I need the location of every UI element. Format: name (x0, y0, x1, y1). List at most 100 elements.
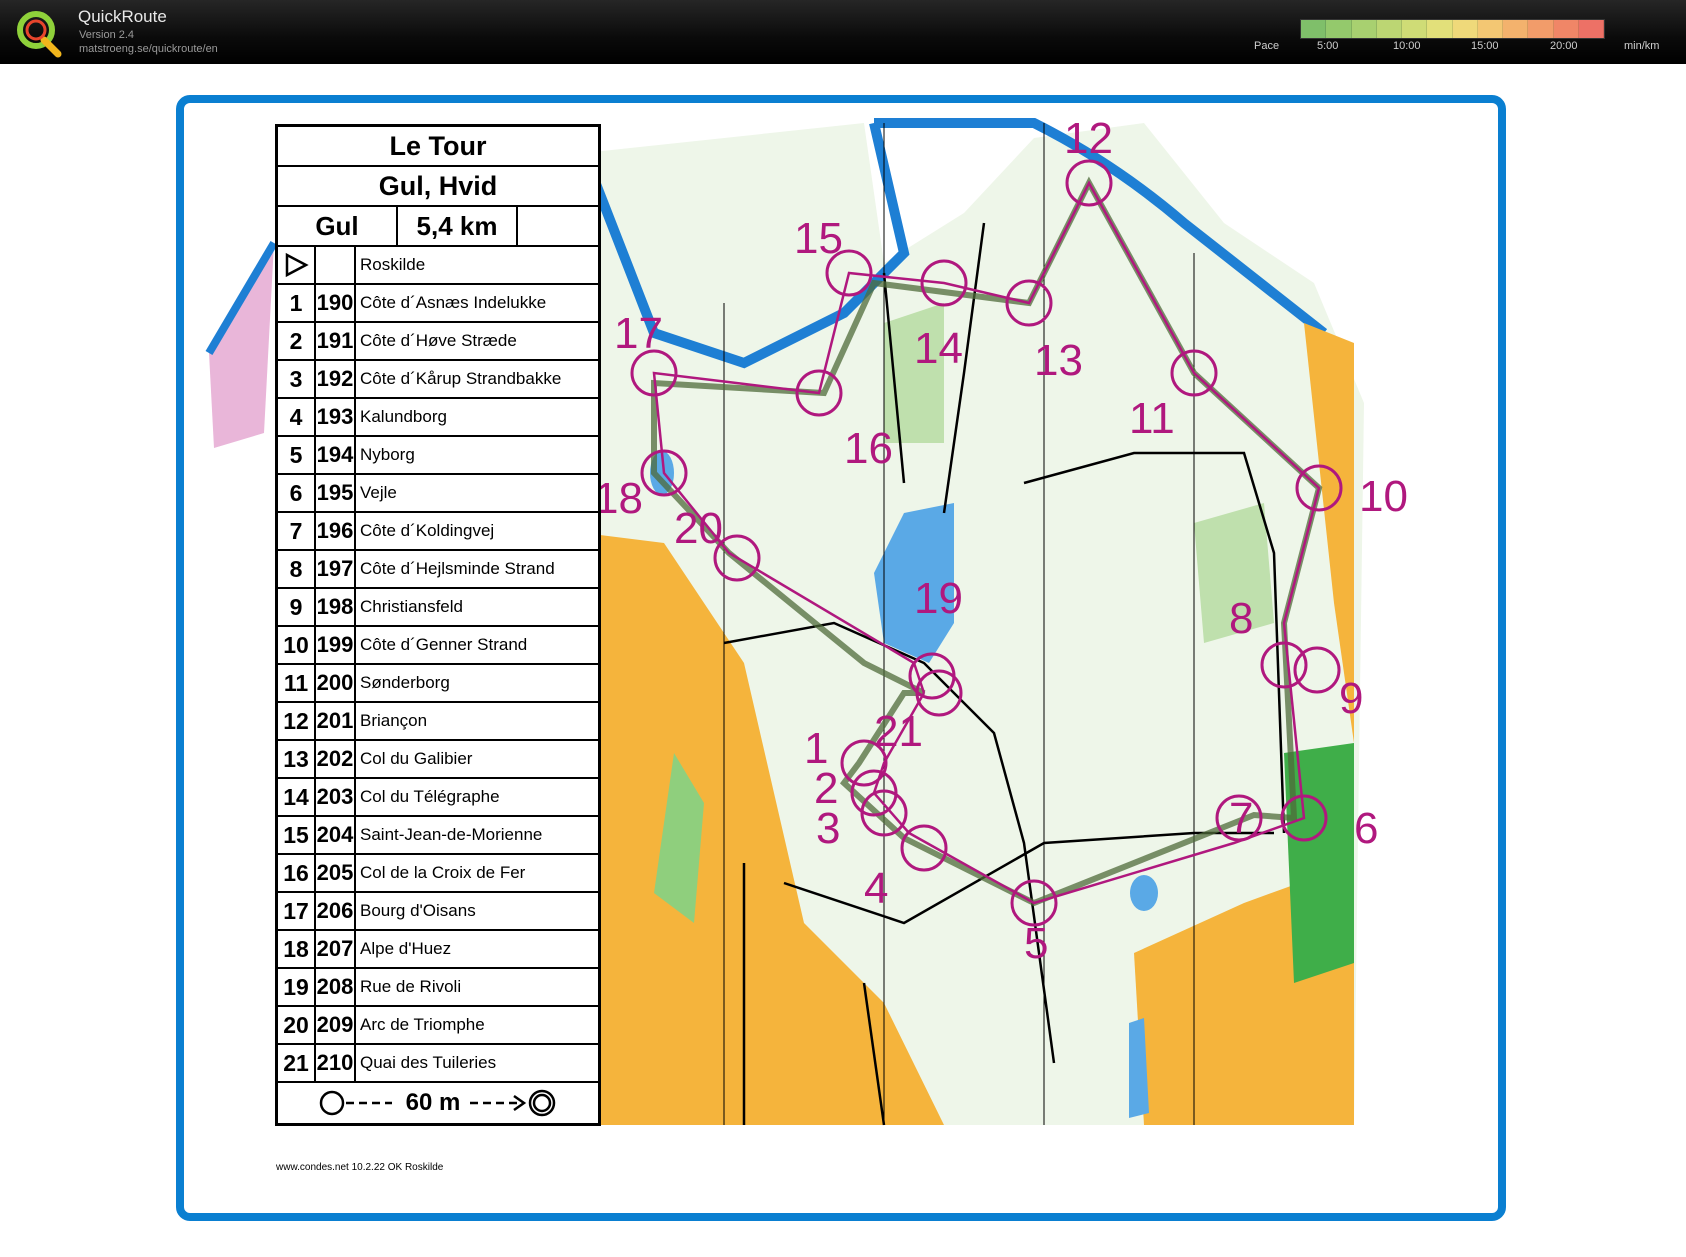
control-number: 19 (278, 969, 316, 1005)
control-description: Arc de Triomphe (360, 1015, 485, 1034)
control-number: 2 (278, 323, 316, 359)
control-row: 6 195 Vejle (278, 475, 598, 513)
control-description: Côte d´Koldingvej (360, 521, 495, 540)
control-description: Côte d´Asnæs Indelukke (360, 293, 547, 312)
control-code: 204 (316, 817, 356, 853)
control-description: Sønderborg (360, 673, 450, 692)
control-description: Côte d´Høve Stræde (360, 331, 517, 350)
control-label: 15 (794, 214, 843, 263)
control-code: 210 (316, 1045, 356, 1081)
pace-color-step (1553, 20, 1579, 38)
control-code: 198 (316, 589, 356, 625)
control-description: Bourg d'Oisans (360, 901, 476, 920)
control-number: 4 (278, 399, 316, 435)
start-location: Roskilde (360, 255, 426, 274)
control-description: Rue de Rivoli (360, 977, 462, 996)
control-row: 7 196 Côte d´Koldingvej (278, 513, 598, 551)
control-number: 6 (278, 475, 316, 511)
control-description: Kalundborg (360, 407, 447, 426)
control-code: 193 (316, 399, 356, 435)
pace-unit: min/km (1624, 40, 1660, 52)
map-fragment (209, 243, 274, 448)
pace-color-step (1376, 20, 1402, 38)
app-title: QuickRoute (78, 7, 167, 26)
control-row: 20 209 Arc de Triomphe (278, 1007, 598, 1045)
control-label: 9 (1339, 674, 1363, 723)
pace-color-step (1578, 20, 1604, 38)
control-code: 195 (316, 475, 356, 511)
control-number: 12 (278, 703, 316, 739)
control-description: Col du Télégraphe (360, 787, 500, 806)
control-number: 21 (278, 1045, 316, 1081)
app-version: Version 2.4 (79, 29, 135, 41)
control-row: 13 202 Col du Galibier (278, 741, 598, 779)
control-code: 206 (316, 893, 356, 929)
finish-row: 60 m (278, 1083, 598, 1123)
control-description: Col de la Croix de Fer (360, 863, 526, 882)
control-description: Côte d´Hejlsminde Strand (360, 559, 555, 578)
control-label: 17 (614, 309, 663, 358)
control-code: 192 (316, 361, 356, 397)
control-label: 6 (1354, 804, 1378, 853)
pace-tick: 15:00 (1471, 40, 1499, 52)
pace-color-step (1402, 20, 1428, 38)
control-row: 11 200 Sønderborg (278, 665, 598, 703)
control-label: 12 (1064, 114, 1113, 163)
control-label: 18 (594, 474, 643, 523)
control-row: 14 203 Col du Télégraphe (278, 779, 598, 817)
control-label: 19 (914, 574, 963, 623)
control-code: 191 (316, 323, 356, 359)
control-number: 18 (278, 931, 316, 967)
app-url[interactable]: matstroeng.se/quickroute/en (79, 43, 218, 55)
control-number: 8 (278, 551, 316, 587)
control-description: Nyborg (360, 445, 415, 464)
control-rows: 1 190 Côte d´Asnæs Indelukke 2 191 Côte d´Høv… (278, 285, 598, 1083)
course-length: 5,4 km (398, 207, 518, 245)
control-description: Christiansfeld (360, 597, 463, 616)
pace-tick: 10:00 (1393, 40, 1421, 52)
control-row: 16 205 Col de la Croix de Fer (278, 855, 598, 893)
pace-color-step (1503, 20, 1529, 38)
start-triangle-icon (278, 247, 316, 283)
control-label: 5 (1024, 919, 1048, 968)
control-code: 207 (316, 931, 356, 967)
control-row: 9 198 Christiansfeld (278, 589, 598, 627)
finish-circle-icon (470, 1089, 556, 1117)
control-row: 17 206 Bourg d'Oisans (278, 893, 598, 931)
control-label: 10 (1359, 472, 1408, 521)
control-code: 194 (316, 437, 356, 473)
control-row: 21 210 Quai des Tuileries (278, 1045, 598, 1083)
control-row: 15 204 Saint-Jean-de-Morienne (278, 817, 598, 855)
control-number: 15 (278, 817, 316, 853)
control-number: 9 (278, 589, 316, 625)
control-label: 14 (914, 324, 963, 373)
control-number: 13 (278, 741, 316, 777)
sheet-classes-row: Gul, Hvid (278, 167, 598, 207)
control-number: 1 (278, 285, 316, 321)
control-number: 14 (278, 779, 316, 815)
control-description: Vejle (360, 483, 397, 502)
control-description: Alpe d'Huez (360, 939, 452, 958)
control-code: 209 (316, 1007, 356, 1043)
control-number: 17 (278, 893, 316, 929)
control-label: 7 (1229, 794, 1253, 843)
control-row: 12 201 Briançon (278, 703, 598, 741)
map-credit: www.condes.net 10.2.22 OK Roskilde (276, 1162, 444, 1173)
control-number: 16 (278, 855, 316, 891)
control-label: 11 (1129, 394, 1175, 443)
pace-color-bar (1300, 19, 1605, 39)
control-label: 21 (874, 707, 923, 756)
pond (1130, 875, 1158, 911)
control-description: Briançon (360, 711, 428, 730)
control-code: 200 (316, 665, 356, 701)
start-row: Roskilde (278, 247, 598, 285)
pace-color-step (1326, 20, 1352, 38)
pace-tick: 5:00 (1317, 40, 1339, 52)
control-number: 3 (278, 361, 316, 397)
control-description-sheet: Le Tour Gul, Hvid Gul 5,4 km Roskilde 11… (275, 124, 601, 1126)
quickroute-logo-icon (17, 11, 62, 58)
control-number: 20 (278, 1007, 316, 1043)
control-description: Saint-Jean-de-Morienne (360, 825, 543, 844)
pace-color-step (1452, 20, 1478, 38)
control-code: 205 (316, 855, 356, 891)
